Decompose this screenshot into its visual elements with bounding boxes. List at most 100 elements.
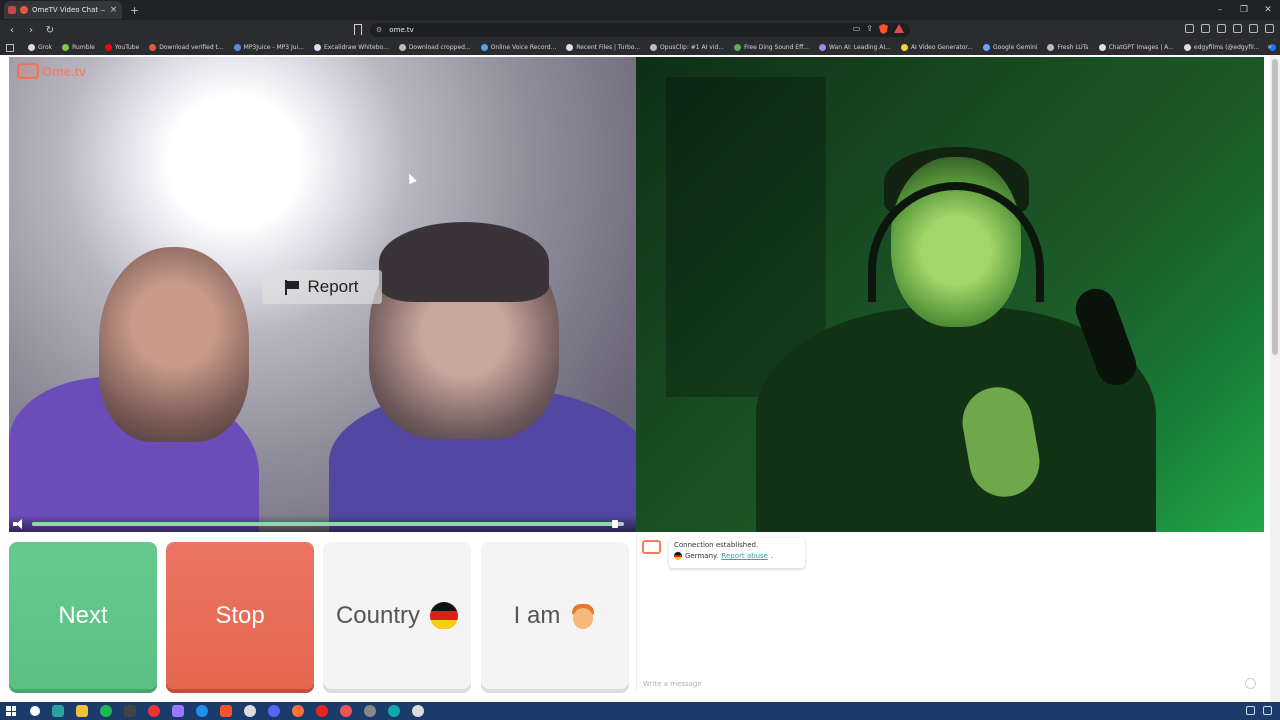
tab-close-icon[interactable]: × — [109, 5, 118, 15]
firefox-icon[interactable] — [292, 705, 304, 717]
bookmark-favicon-icon — [566, 44, 574, 51]
cast-icon[interactable]: ▭ — [853, 24, 861, 34]
reload-icon[interactable]: ↻ — [43, 25, 57, 36]
bookmark-favicon-icon — [149, 44, 157, 51]
report-abuse-link[interactable]: Report abuse — [721, 552, 768, 560]
new-tab-icon[interactable]: + — [130, 4, 139, 17]
bookmark-label: Google Gemini — [993, 44, 1038, 51]
address-bar[interactable]: ⚙ ome.tv ▭ ⇪ — [370, 23, 910, 37]
close-window-icon[interactable]: ✕ — [1256, 5, 1280, 15]
app-icon[interactable] — [364, 705, 376, 717]
bookmark-item[interactable]: Rumble — [62, 44, 95, 51]
bookmark-favicon-icon — [983, 44, 991, 51]
bookmark-item[interactable]: MP3Juice - MP3 Jui... — [233, 44, 304, 51]
mouse-cursor-icon — [405, 171, 417, 185]
more-bookmarks-icon[interactable]: » — [1267, 42, 1272, 51]
extensions-icon[interactable] — [1201, 24, 1210, 33]
copilot-icon[interactable] — [52, 705, 64, 717]
bookmark-favicon-icon — [313, 44, 321, 51]
bookmark-label: Online Voice Record... — [490, 44, 557, 51]
bookmark-item[interactable]: Download cropped... — [398, 44, 471, 51]
bookmark-item[interactable]: Download verified t... — [149, 44, 224, 51]
start-icon[interactable] — [6, 706, 16, 716]
browser-tab[interactable]: OmeTV Video Chat — Omegl × — [4, 1, 122, 19]
country-label: Country — [335, 601, 421, 629]
back-icon[interactable]: ‹ — [5, 25, 19, 36]
bookmark-item[interactable]: OpusClip: #1 AI vid... — [650, 44, 724, 51]
search-icon[interactable] — [30, 706, 40, 716]
speaker-icon[interactable] — [13, 519, 25, 529]
stop-button[interactable]: Stop — [166, 542, 314, 689]
bookmark-label: ChatGPT Images | A... — [1108, 44, 1174, 51]
bookmark-label: YouTube — [114, 44, 140, 51]
next-button[interactable]: Next — [9, 542, 157, 689]
vpn-icon[interactable] — [1249, 24, 1258, 33]
bookmark-label: Fresh LUTs — [1057, 44, 1089, 51]
self-video — [636, 57, 1264, 532]
report-label: Report — [307, 277, 359, 296]
bookmark-item[interactable]: Fresh LUTs — [1047, 44, 1089, 51]
scrollbar-thumb[interactable] — [1272, 59, 1278, 355]
bookmark-label: Download verified t... — [159, 44, 224, 51]
discord-icon[interactable] — [268, 705, 280, 717]
page-scrollbar[interactable] — [1270, 55, 1280, 702]
spotify-icon[interactable] — [100, 705, 112, 717]
site-info-icon[interactable]: ⚙ — [376, 26, 382, 34]
opera-icon[interactable] — [340, 705, 352, 717]
chat-icon[interactable] — [1246, 706, 1255, 715]
wallet-icon[interactable] — [1233, 24, 1242, 33]
gender-button[interactable]: I am — [481, 542, 629, 689]
screen: OmeTV Video Chat — Omegl × + – ❐ ✕ ‹ › ↻… — [0, 0, 1280, 720]
chat-panel: Connection established. Germany. Report … — [636, 532, 1264, 690]
bookmark-item[interactable]: Free Ding Sound Eff... — [734, 44, 809, 51]
bookmark-item[interactable]: Online Voice Record... — [480, 44, 557, 51]
bookmark-item[interactable]: Google Gemini — [983, 44, 1037, 51]
app-icon[interactable] — [412, 705, 424, 717]
message-input[interactable]: Write a message — [643, 680, 1223, 690]
share-icon[interactable]: ⇪ — [866, 24, 873, 34]
notifications-icon[interactable] — [1263, 706, 1272, 715]
minimize-icon[interactable]: – — [1208, 5, 1232, 15]
url-text: ome.tv — [389, 26, 414, 34]
edge-icon[interactable] — [196, 705, 208, 717]
flag-icon — [285, 279, 300, 295]
ometv-favicon-icon — [20, 6, 28, 14]
bookmark-favicon-icon — [650, 44, 658, 51]
vivaldi-icon[interactable] — [316, 705, 328, 717]
next-label: Next — [58, 601, 108, 629]
forward-icon[interactable]: › — [24, 25, 38, 36]
maximize-icon[interactable]: ❐ — [1232, 5, 1256, 15]
connection-status: Connection established. — [674, 541, 759, 549]
brave-shields-icon[interactable] — [879, 24, 888, 34]
brave-taskbar-icon[interactable] — [220, 705, 232, 717]
file-explorer-icon[interactable] — [76, 705, 88, 717]
emoji-icon[interactable] — [1245, 678, 1256, 689]
brave-rewards-icon[interactable] — [894, 24, 904, 33]
bookmark-item[interactable]: Excalidraw Whitebo... — [313, 44, 389, 51]
chrome-icon[interactable] — [148, 705, 160, 717]
bookmark-item[interactable]: edgyfilms (@edgyfil... — [1183, 44, 1259, 51]
bookmark-item[interactable]: YouTube — [104, 44, 140, 51]
bookmark-item[interactable]: Wan AI: Leading AI... — [818, 44, 891, 51]
apps-grid-icon[interactable] — [6, 43, 14, 52]
bookmark-item[interactable]: AI Video Generator... — [900, 44, 973, 51]
ometv-chat-logo-icon — [642, 540, 661, 554]
volume-slider-thumb[interactable] — [612, 520, 619, 528]
sidebar-icon[interactable] — [1217, 24, 1226, 33]
capcut-icon[interactable] — [388, 705, 400, 717]
app-icon[interactable] — [244, 705, 256, 717]
bookmark-page-icon[interactable] — [354, 24, 362, 35]
volume-slider[interactable] — [32, 520, 624, 528]
windows-taskbar — [0, 702, 1280, 720]
country-button[interactable]: Country — [323, 542, 471, 689]
obs-icon[interactable] — [124, 705, 136, 717]
bookmark-label: Rumble — [72, 44, 95, 51]
report-button[interactable]: Report — [262, 270, 382, 304]
after-effects-icon[interactable] — [172, 705, 184, 717]
bookmark-item[interactable]: ChatGPT Images | A... — [1098, 44, 1174, 51]
bookmark-item[interactable]: Recent Files | Turbo... — [566, 44, 640, 51]
menu-icon[interactable] — [1265, 24, 1274, 33]
leo-ai-icon[interactable] — [1185, 24, 1194, 33]
bookmark-item[interactable]: Grok — [28, 44, 52, 51]
logo-text: Ome.tv — [42, 63, 87, 79]
